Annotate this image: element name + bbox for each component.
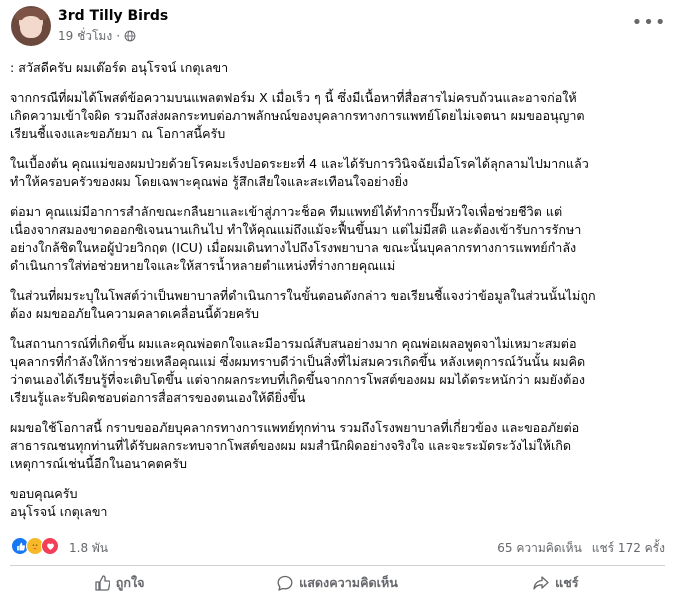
- post-time[interactable]: 19 ชั่วโมง: [58, 27, 112, 46]
- comment-button[interactable]: แสดงความคิดเห็น: [228, 568, 446, 598]
- post-body: : สวัสดีครับ ผมเต๊อร์ด อนุโรจน์ เกตุเลขา…: [10, 59, 665, 521]
- thumbs-up-icon: [95, 575, 110, 591]
- author-name[interactable]: 3rd Tilly Birds: [58, 8, 168, 24]
- avatar[interactable]: [11, 6, 51, 46]
- facebook-post-card: 3rd Tilly Birds 19 ชั่วโมง · ••• : สวัสด…: [0, 0, 675, 606]
- share-icon: [533, 576, 549, 590]
- more-horizontal-icon[interactable]: •••: [632, 12, 666, 33]
- avatar-face: [20, 16, 42, 38]
- post-paragraph-apology: ผมขอใช้โอกาสนี้ กราบขออภัยบุคลากรทางการแ…: [10, 420, 580, 471]
- share-label: แชร์: [555, 575, 579, 590]
- comment-label: แสดงความคิดเห็น: [299, 575, 398, 590]
- reaction-count[interactable]: 1.8 พัน: [69, 539, 108, 558]
- post-paragraph-context: จากกรณีที่ผมได้โพสต์ข้อความบนแพลตฟอร์ม X…: [10, 90, 585, 141]
- post-paragraph-signoff: ขอบคุณครับ อนุโรจน์ เกตุเลขา: [10, 486, 108, 519]
- post-actions: ถูกใจ แสดงความคิดเห็น แชร์: [10, 568, 665, 598]
- comment-icon: [277, 575, 293, 591]
- post-paragraph-icu: ต่อมา คุณแม่มีอาการสำลักขณะกลืนยาและเข้า…: [10, 204, 582, 273]
- post-meta: 19 ชั่วโมง ·: [58, 28, 136, 44]
- like-label: ถูกใจ: [115, 575, 145, 590]
- comment-count[interactable]: 65 ความคิดเห็น: [497, 539, 582, 558]
- post-paragraph-diagnosis: ในเบื้องต้น คุณแม่ของผมป่วยด้วยโรคมะเร็ง…: [10, 156, 589, 189]
- reaction-bar: 1.8 พัน 65 ความคิดเห็น แชร์ 172 ครั้ง: [11, 537, 665, 557]
- love-icon: [41, 537, 59, 555]
- reaction-icons[interactable]: [11, 537, 59, 555]
- engagement-counts: 65 ความคิดเห็น แชร์ 172 ครั้ง: [497, 539, 665, 558]
- globe-icon[interactable]: [124, 30, 136, 42]
- post-paragraph-correction: ในส่วนที่ผมระบุในโพสต์ว่าเป็นพยาบาลที่ดำ…: [10, 288, 596, 321]
- action-divider: [10, 565, 665, 566]
- post-paragraph-greeting: : สวัสดีครับ ผมเต๊อร์ด อนุโรจน์ เกตุเลขา: [10, 60, 229, 75]
- post-paragraph-situation: ในสถานการณ์ที่เกิดขึ้น ผมและคุณพ่อตกใจแล…: [10, 336, 586, 405]
- post-header: 3rd Tilly Birds 19 ชั่วโมง · •••: [11, 6, 665, 48]
- like-button[interactable]: ถูกใจ: [10, 568, 228, 598]
- share-count[interactable]: แชร์ 172 ครั้ง: [592, 539, 665, 558]
- share-button[interactable]: แชร์: [447, 568, 665, 598]
- meta-separator: ·: [116, 29, 121, 43]
